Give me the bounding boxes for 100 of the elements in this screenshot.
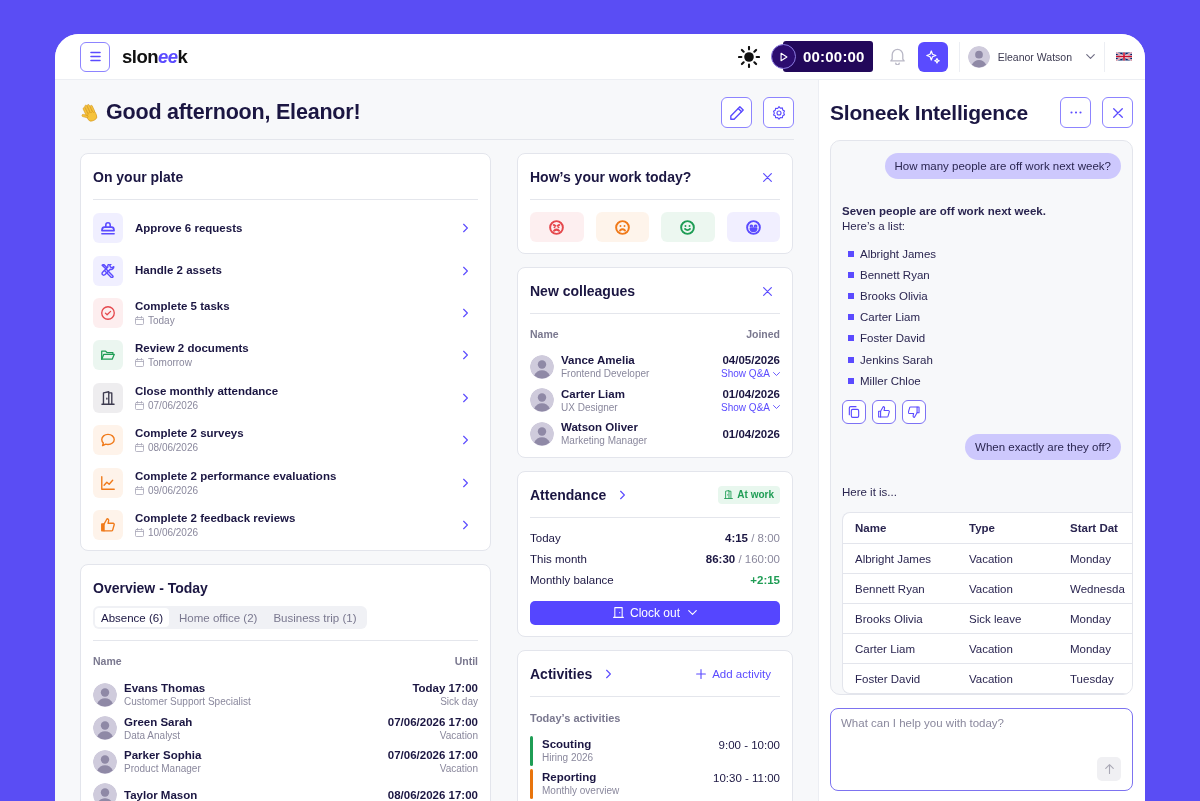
person-role: Data Analyst (124, 728, 182, 742)
task-label[interactable]: Close monthly attendance (135, 383, 279, 399)
person-role: Frontend Developer (561, 367, 650, 381)
attendance-value: +2:15 (750, 574, 780, 586)
due-date: 07/06/2026 (148, 398, 199, 412)
activity-name: Reporting (542, 770, 598, 784)
list-item-text: Miller Chloe (860, 374, 921, 387)
task-label[interactable]: Complete 2 performance evaluations (135, 468, 337, 484)
task-label[interactable]: Complete 5 tasks (135, 298, 230, 314)
calendar-icon (135, 485, 144, 495)
close-button[interactable] (1102, 97, 1133, 128)
flag-icon[interactable] (1116, 51, 1132, 62)
attendance-label: Monthly balance (530, 574, 614, 586)
list-item-text: Foster David (860, 332, 926, 345)
due-date: 09/06/2026 (148, 483, 199, 497)
activity-detail: Monthly overview (542, 784, 620, 797)
bullet-icon (848, 335, 854, 342)
chevron-down-icon (1086, 54, 1095, 59)
attendance-value: 86:30 / 160:00 (705, 553, 780, 565)
calendar-icon (135, 358, 144, 368)
chevron-right-icon[interactable] (463, 307, 468, 318)
door-icon (613, 607, 624, 618)
user-message: When exactly are they off? (965, 434, 1121, 461)
card-title: Activities (530, 664, 593, 684)
answer-text: Here’s a list: (842, 219, 907, 234)
absence-until: 07/06/2026 17:00 (387, 714, 478, 729)
task-label[interactable]: Complete 2 surveys (135, 426, 244, 442)
absence-until: 08/06/2026 17:00 (387, 788, 478, 801)
edit-button[interactable] (721, 97, 752, 128)
mood-button[interactable] (661, 212, 715, 242)
task-label[interactable]: Handle 2 assets (135, 263, 222, 279)
user-menu-button[interactable]: Eleanor Watson (967, 45, 1095, 68)
logo[interactable]: sloneek (122, 45, 188, 68)
thumbs-up-icon (878, 406, 890, 419)
activity-time: 9:00 - 10:00 (718, 737, 780, 752)
add-activity-link[interactable]: Add activity (696, 667, 771, 680)
settings-button[interactable] (763, 97, 794, 128)
mood-button[interactable] (595, 212, 649, 242)
chevron-right-icon[interactable] (463, 477, 468, 488)
avatar-icon (93, 682, 117, 707)
more-button[interactable] (1060, 97, 1091, 128)
activity-detail: Hiring 2026 (542, 751, 594, 764)
close-icon[interactable] (763, 286, 772, 296)
copy-button[interactable] (842, 400, 866, 425)
show-qa-link[interactable]: Show Q&A (721, 367, 780, 381)
section-label: Today’s activities (529, 710, 622, 725)
person-name: Evans Thomas (124, 681, 207, 696)
calendar-icon (135, 315, 144, 325)
panel-title: Sloneek Intelligence (830, 100, 1028, 125)
card-title: On your plate (93, 168, 184, 187)
chevron-right-icon[interactable] (463, 350, 468, 361)
activity-name: Scouting (542, 737, 593, 751)
column-header: Type (968, 522, 996, 535)
calendar-icon (135, 527, 144, 537)
column-header: Name (93, 654, 122, 669)
like-button[interactable] (872, 400, 896, 425)
table-cell-text: Wednesda (1070, 582, 1126, 595)
tab[interactable]: Absence (6) (95, 608, 169, 628)
tab[interactable]: Business trip (1) (267, 608, 363, 628)
table-cell-text: Tuesday (1070, 672, 1115, 685)
tab[interactable]: Home office (2) (173, 608, 264, 628)
dislike-button[interactable] (902, 400, 926, 425)
avatar-icon (530, 421, 554, 446)
chevron-right-icon[interactable] (620, 489, 626, 500)
list-item-text: Carter Liam (860, 311, 921, 324)
assistant-button[interactable] (917, 41, 948, 72)
table-cell-text: Carter Liam (854, 642, 917, 655)
avatar-icon (93, 749, 117, 774)
chevron-right-icon[interactable] (606, 668, 612, 679)
task-label[interactable]: Approve 6 requests (135, 220, 243, 236)
chevron-right-icon[interactable] (463, 223, 468, 234)
calendar-icon (135, 400, 144, 410)
task-label[interactable]: Review 2 documents (135, 341, 249, 357)
chevron-right-icon[interactable] (463, 435, 468, 446)
sparkle-icon (925, 49, 940, 64)
task-label[interactable]: Complete 2 feedback reviews (135, 510, 296, 526)
menu-button[interactable] (80, 41, 110, 72)
plus-icon (696, 668, 707, 679)
status-text: At work (737, 489, 774, 500)
column-header: Start Dat (1070, 522, 1119, 535)
table-cell-text: Vacation (968, 642, 1014, 655)
chevron-right-icon[interactable] (463, 265, 468, 276)
table-cell-text: Vacation (968, 672, 1014, 685)
list-item-text: Brooks Olivia (860, 289, 928, 302)
chevron-right-icon[interactable] (463, 519, 468, 530)
show-qa-link[interactable]: Show Q&A (721, 400, 780, 414)
table-cell-text: Bennett Ryan (854, 582, 926, 595)
card-title: How’s your work today? (530, 168, 692, 187)
chevron-right-icon[interactable] (463, 392, 468, 403)
close-icon[interactable] (763, 172, 772, 182)
mood-button[interactable] (726, 212, 780, 242)
table-cell-text: Monday (1070, 552, 1112, 565)
thumbs-down-icon (908, 406, 920, 419)
message-input[interactable]: What can I help you with today? (830, 708, 1133, 791)
due-date: 08/06/2026 (148, 441, 199, 455)
clock-out-button[interactable]: Clock out (530, 600, 780, 625)
close-icon (1112, 107, 1123, 118)
due-date: Tomorrow (148, 356, 192, 370)
sun-icon[interactable] (738, 45, 760, 68)
mood-button[interactable] (530, 212, 584, 242)
